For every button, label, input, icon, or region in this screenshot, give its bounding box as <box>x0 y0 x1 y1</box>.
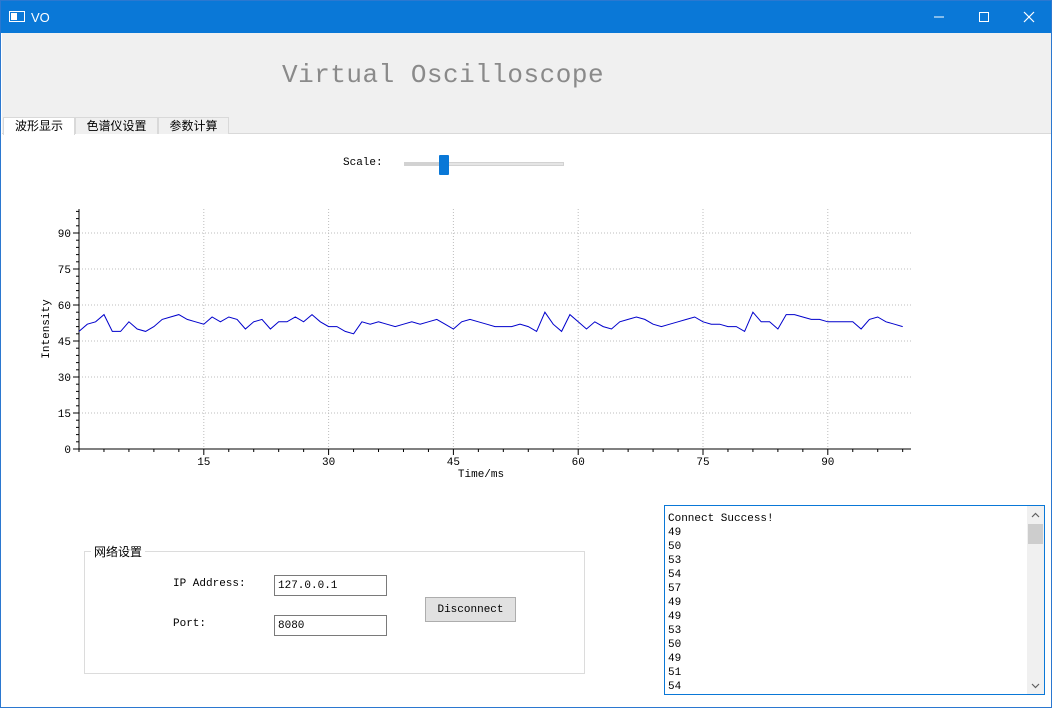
log-line: 49 <box>668 611 682 623</box>
maximize-button[interactable] <box>961 1 1007 33</box>
log-output[interactable]: Connect Success! 49 50 53 54 57 49 49 53 50 49 51 54 <box>664 505 1045 695</box>
y-axis-label: Intensity <box>41 299 53 359</box>
log-line: 51 <box>668 667 682 679</box>
y-tick-label: 60 <box>58 301 71 313</box>
log-line: 54 <box>668 681 682 693</box>
log-line: 49 <box>668 597 682 609</box>
app-window: VO Virtual Oscilloscope 波形显示 色谱仪设置 参数计算 … <box>0 0 1052 708</box>
scroll-thumb[interactable] <box>1028 524 1043 544</box>
chart-ticks: 15 30 45 60 75 90 0 15 30 45 60 75 90 <box>58 210 904 469</box>
window-title: VO <box>31 10 50 25</box>
log-line: 50 <box>668 541 682 553</box>
tab-bar: 波形显示 色谱仪设置 参数计算 <box>2 117 1051 135</box>
log-line: Connect Success! <box>668 513 774 525</box>
intensity-series-line <box>78 311 903 335</box>
y-tick-label: 30 <box>58 373 71 385</box>
chevron-up-icon <box>1031 512 1040 517</box>
scale-label: Scale: <box>343 157 383 169</box>
log-line: 49 <box>668 527 682 539</box>
scroll-up-button[interactable] <box>1027 506 1044 523</box>
close-icon <box>1023 11 1035 23</box>
x-tick-label: 90 <box>821 457 834 469</box>
tab-chromatograph-settings[interactable]: 色谱仪设置 <box>75 117 158 134</box>
x-axis-label: Time/ms <box>458 469 504 481</box>
chart-grid <box>79 209 911 449</box>
maximize-icon <box>979 12 989 22</box>
scale-slider-fill <box>404 162 444 166</box>
x-tick-label: 15 <box>197 457 210 469</box>
close-button[interactable] <box>1006 1 1052 33</box>
log-line: 49 <box>668 653 682 665</box>
scale-slider-thumb[interactable] <box>439 155 449 175</box>
x-tick-label: 60 <box>572 457 585 469</box>
log-line: 57 <box>668 583 682 595</box>
app-heading: Virtual Oscilloscope <box>282 60 605 90</box>
minimize-button[interactable] <box>916 1 962 33</box>
log-line: 50 <box>668 639 682 651</box>
network-settings-title: 网络设置 <box>91 543 146 560</box>
scroll-down-button[interactable] <box>1027 677 1044 694</box>
ip-address-input[interactable]: 127.0.0.1 <box>274 575 387 596</box>
tab-waveform[interactable]: 波形显示 <box>3 117 75 135</box>
tab-parameter-calc[interactable]: 参数计算 <box>158 117 229 134</box>
chevron-down-icon <box>1031 683 1040 688</box>
log-line: 53 <box>668 555 682 567</box>
ip-address-label: IP Address: <box>173 578 246 590</box>
x-tick-label: 75 <box>696 457 709 469</box>
waveform-chart: 15 30 45 60 75 90 0 15 30 45 60 75 90 Time/ms Intens… <box>41 209 911 481</box>
y-tick-label: 15 <box>58 409 71 421</box>
x-tick-label: 30 <box>322 457 335 469</box>
minimize-icon <box>934 16 944 18</box>
title-bar[interactable]: VO <box>1 1 1051 33</box>
log-line: 54 <box>668 569 682 581</box>
log-line: 53 <box>668 625 682 637</box>
log-scrollbar[interactable] <box>1027 506 1044 694</box>
x-tick-label: 45 <box>447 457 460 469</box>
y-tick-label: 0 <box>64 445 71 457</box>
window-app-icon <box>9 11 25 22</box>
log-lines: Connect Success! 49 50 53 54 57 49 49 53 50 49 51 54 <box>668 512 774 694</box>
y-tick-label: 90 <box>58 229 71 241</box>
disconnect-button[interactable]: Disconnect <box>425 597 516 622</box>
port-input[interactable]: 8080 <box>274 615 387 636</box>
y-tick-label: 75 <box>58 265 71 277</box>
port-label: Port: <box>173 618 207 630</box>
y-tick-label: 45 <box>58 337 71 349</box>
